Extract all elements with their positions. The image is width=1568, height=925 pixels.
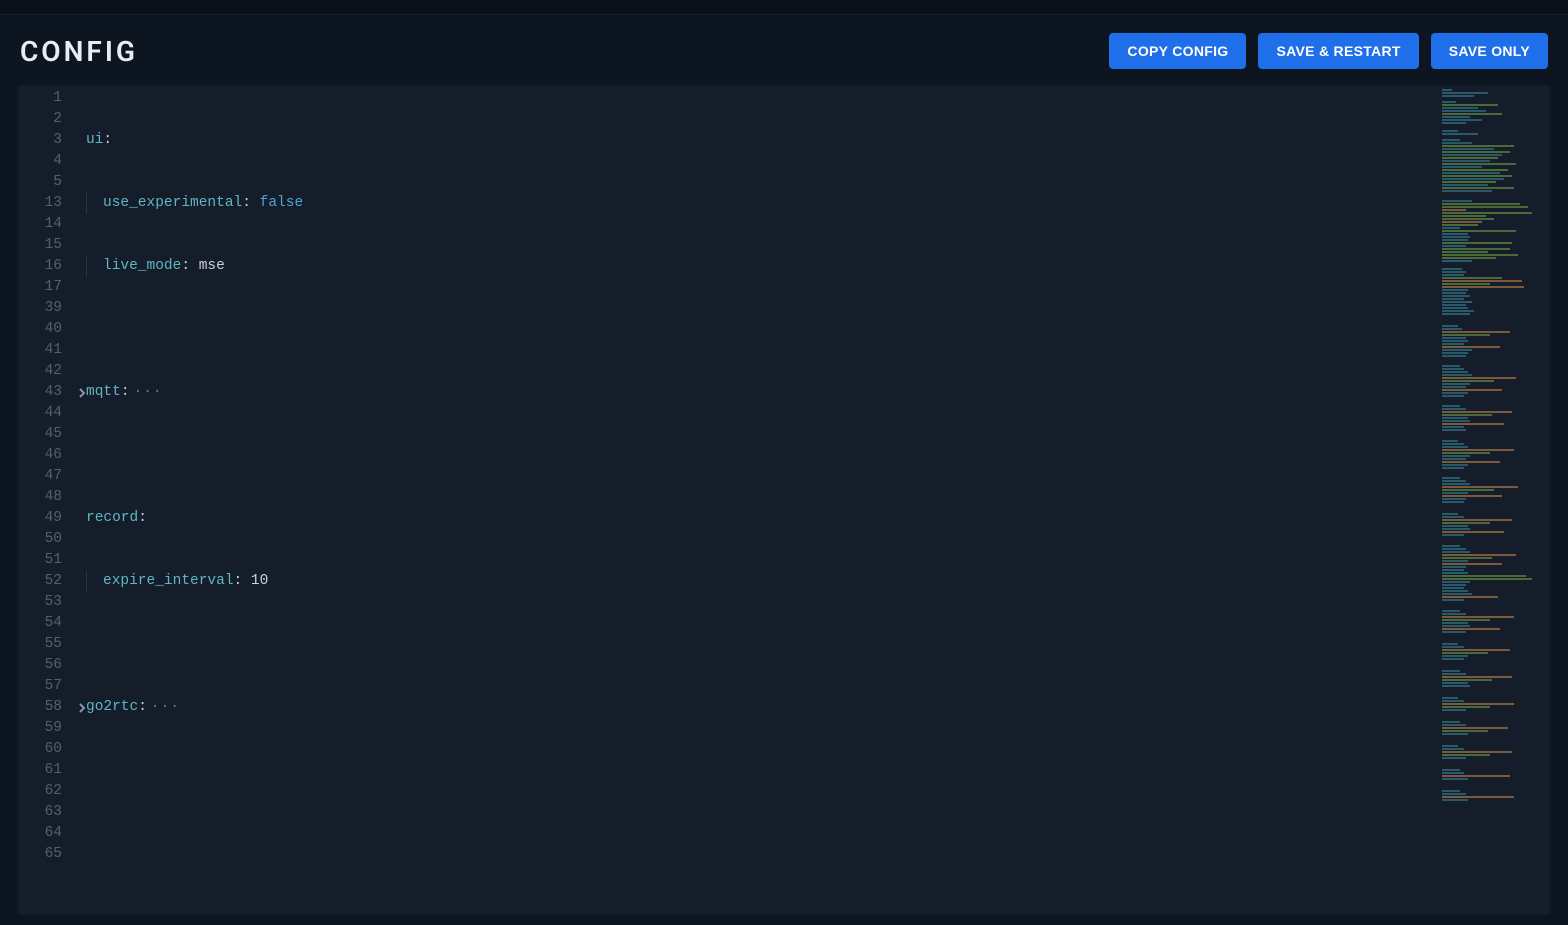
code-editor[interactable]: 1 2 3 4 5 13 14 15 16 17 39 40 41 42 43 … [18,85,1550,915]
code-line: live_mode: mse [86,256,1438,277]
minimap[interactable] [1438,85,1550,915]
code-line [86,319,1438,340]
save-restart-button[interactable]: SAVE & RESTART [1258,33,1418,69]
page-header: CONFIG COPY CONFIG SAVE & RESTART SAVE O… [0,15,1568,85]
action-buttons: COPY CONFIG SAVE & RESTART SAVE ONLY [1109,33,1548,69]
code-line [86,634,1438,655]
code-line-folded: go2rtc:··· [86,697,1438,718]
fold-toggle-icon[interactable] [76,701,90,715]
code-line [86,760,1438,781]
code-line: record: [86,508,1438,529]
code-line: use_experimental: false [86,193,1438,214]
code-content[interactable]: ui: use_experimental: false live_mode: m… [82,85,1438,915]
page-title: CONFIG [20,35,138,68]
save-only-button[interactable]: SAVE ONLY [1431,33,1548,69]
window-top-strip [0,0,1568,15]
code-line [86,445,1438,466]
code-line [86,823,1438,844]
line-number-gutter: 1 2 3 4 5 13 14 15 16 17 39 40 41 42 43 … [18,85,82,915]
code-line: expire_interval: 10 [86,571,1438,592]
fold-toggle-icon[interactable] [76,386,90,400]
copy-config-button[interactable]: COPY CONFIG [1109,33,1246,69]
code-line [86,886,1438,907]
code-line-folded: mqtt:··· [86,382,1438,403]
code-line: ui: [86,130,1438,151]
